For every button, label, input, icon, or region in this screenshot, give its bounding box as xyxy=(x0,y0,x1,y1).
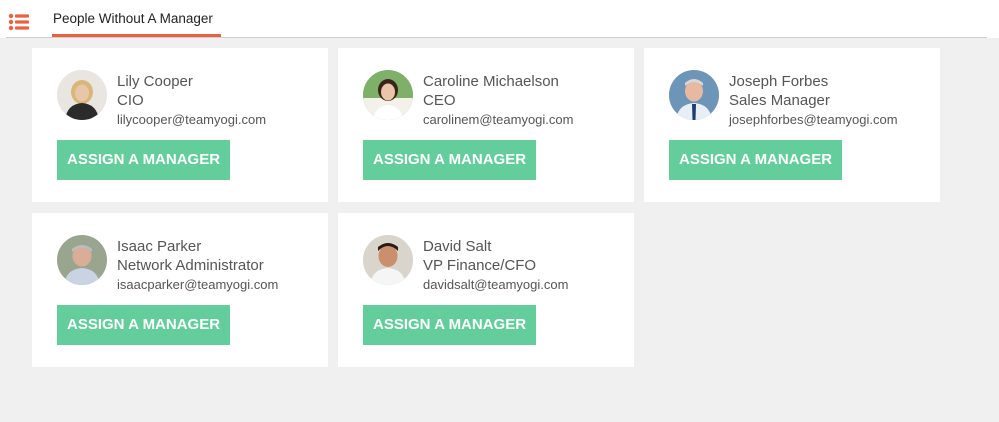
header-divider xyxy=(6,37,987,38)
avatar xyxy=(669,70,719,120)
person-card: Isaac Parker Network Administrator isaac… xyxy=(32,213,328,367)
person-card: David Salt VP Finance/CFO davidsalt@team… xyxy=(338,213,634,367)
avatar xyxy=(57,70,107,120)
person-title: VP Finance/CFO xyxy=(423,257,537,274)
assign-manager-button[interactable]: ASSIGN A MANAGER xyxy=(669,140,843,180)
person-name: David Salt xyxy=(423,238,492,255)
assign-manager-button[interactable]: ASSIGN A MANAGER xyxy=(363,305,537,345)
person-name: Caroline Michaelson xyxy=(423,73,559,90)
avatar xyxy=(57,235,107,285)
person-card: Joseph Forbes Sales Manager josephforbes… xyxy=(644,48,940,202)
person-title: Network Administrator xyxy=(117,257,264,274)
person-card: Caroline Michaelson CEO carolinem@teamyo… xyxy=(338,48,634,202)
avatar xyxy=(363,235,413,285)
top-bar: People Without A Manager xyxy=(0,0,999,38)
person-name: Lily Cooper xyxy=(117,73,193,90)
assign-manager-button[interactable]: ASSIGN A MANAGER xyxy=(363,140,537,180)
tab-people-without-a-manager[interactable]: People Without A Manager xyxy=(52,0,221,38)
person-email: carolinem@teamyogi.com xyxy=(423,112,574,127)
person-card: Lily Cooper CIO lilycooper@teamyogi.com … xyxy=(32,48,328,202)
person-email: davidsalt@teamyogi.com xyxy=(423,277,569,292)
person-email: isaacparker@teamyogi.com xyxy=(117,277,279,292)
avatar xyxy=(363,70,413,120)
person-name: Joseph Forbes xyxy=(729,73,829,90)
person-email: josephforbes@teamyogi.com xyxy=(729,112,898,127)
person-title: CEO xyxy=(423,92,456,109)
assign-manager-button[interactable]: ASSIGN A MANAGER xyxy=(57,140,231,180)
person-name: Isaac Parker xyxy=(117,238,202,255)
assign-manager-button[interactable]: ASSIGN A MANAGER xyxy=(57,305,231,345)
tab-label: People Without A Manager xyxy=(53,11,213,26)
list-icon[interactable] xyxy=(8,13,30,31)
person-email: lilycooper@teamyogi.com xyxy=(117,112,267,127)
person-title: CIO xyxy=(117,92,144,109)
person-title: Sales Manager xyxy=(729,92,830,109)
